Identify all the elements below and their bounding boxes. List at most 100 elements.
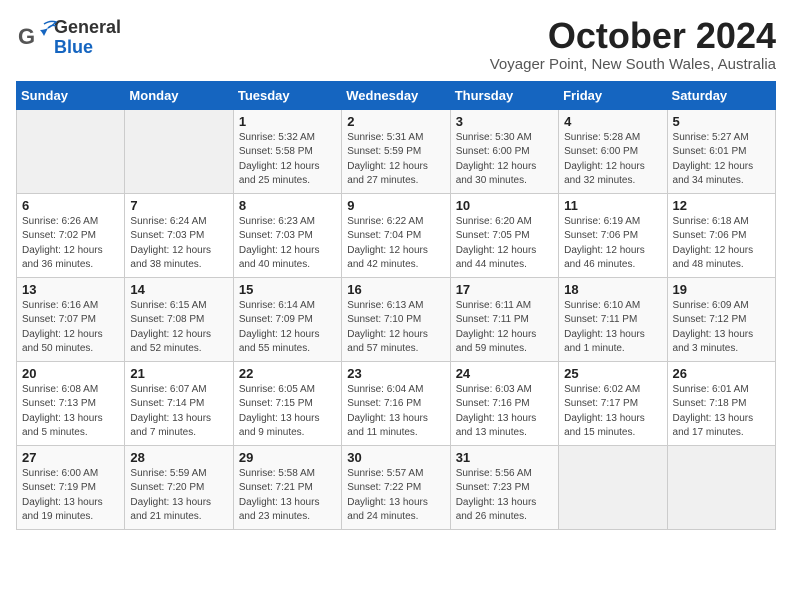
day-number: 13: [22, 282, 119, 297]
day-info: Sunrise: 6:26 AM Sunset: 7:02 PM Dayligh…: [22, 215, 119, 273]
day-number: 7: [130, 198, 227, 213]
calendar-day-cell: 30 Sunrise: 5:57 AM Sunset: 7:22 PM Dayli…: [342, 445, 450, 529]
day-info: Sunrise: 5:57 AM Sunset: 7:22 PM Dayligh…: [347, 467, 444, 525]
calendar-table: SundayMondayTuesdayWednesdayThursdayFrid…: [16, 81, 776, 530]
day-number: 29: [239, 450, 336, 465]
calendar-week-row: 20 Sunrise: 6:08 AM Sunset: 7:13 PM Dayli…: [17, 361, 776, 445]
day-info: Sunrise: 6:10 AM Sunset: 7:11 PM Dayligh…: [564, 299, 661, 357]
day-number: 28: [130, 450, 227, 465]
day-number: 8: [239, 198, 336, 213]
day-number: 15: [239, 282, 336, 297]
calendar-day-cell: 24 Sunrise: 6:03 AM Sunset: 7:16 PM Dayli…: [450, 361, 558, 445]
day-number: 24: [456, 366, 553, 381]
day-info: Sunrise: 6:23 AM Sunset: 7:03 PM Dayligh…: [239, 215, 336, 273]
calendar-day-cell: 12 Sunrise: 6:18 AM Sunset: 7:06 PM Dayli…: [667, 193, 775, 277]
day-number: 31: [456, 450, 553, 465]
day-number: 27: [22, 450, 119, 465]
day-of-week-header: Wednesday: [342, 81, 450, 109]
day-info: Sunrise: 5:32 AM Sunset: 5:58 PM Dayligh…: [239, 131, 336, 189]
day-info: Sunrise: 6:13 AM Sunset: 7:10 PM Dayligh…: [347, 299, 444, 357]
day-info: Sunrise: 6:01 AM Sunset: 7:18 PM Dayligh…: [673, 383, 770, 441]
calendar-day-cell: [559, 445, 667, 529]
day-of-week-header: Friday: [559, 81, 667, 109]
calendar-week-row: 13 Sunrise: 6:16 AM Sunset: 7:07 PM Dayli…: [17, 277, 776, 361]
day-of-week-header: Tuesday: [233, 81, 341, 109]
calendar-day-cell: 9Sunrise: 6:22 AM Sunset: 7:04 PM Daylig…: [342, 193, 450, 277]
logo-icon: G: [16, 16, 60, 60]
calendar-day-cell: [17, 109, 125, 193]
day-info: Sunrise: 6:03 AM Sunset: 7:16 PM Dayligh…: [456, 383, 553, 441]
calendar-day-cell: 22Sunrise: 6:05 AM Sunset: 7:15 PM Dayli…: [233, 361, 341, 445]
calendar-day-cell: 15 Sunrise: 6:14 AM Sunset: 7:09 PM Dayli…: [233, 277, 341, 361]
day-info: Sunrise: 5:59 AM Sunset: 7:20 PM Dayligh…: [130, 467, 227, 525]
day-number: 26: [673, 366, 770, 381]
calendar-day-cell: 11 Sunrise: 6:19 AM Sunset: 7:06 PM Dayli…: [559, 193, 667, 277]
calendar-day-cell: 27 Sunrise: 6:00 AM Sunset: 7:19 PM Dayli…: [17, 445, 125, 529]
day-number: 10: [456, 198, 553, 213]
day-info: Sunrise: 6:00 AM Sunset: 7:19 PM Dayligh…: [22, 467, 119, 525]
day-number: 16: [347, 282, 444, 297]
calendar-day-cell: 23 Sunrise: 6:04 AM Sunset: 7:16 PM Dayli…: [342, 361, 450, 445]
day-number: 19: [673, 282, 770, 297]
calendar-day-cell: 21Sunrise: 6:07 AM Sunset: 7:14 PM Dayli…: [125, 361, 233, 445]
logo-general-text: General: [54, 18, 121, 38]
calendar-day-cell: 17Sunrise: 6:11 AM Sunset: 7:11 PM Dayli…: [450, 277, 558, 361]
calendar-day-cell: 4 Sunrise: 5:28 AM Sunset: 6:00 PM Daylig…: [559, 109, 667, 193]
day-info: Sunrise: 6:04 AM Sunset: 7:16 PM Dayligh…: [347, 383, 444, 441]
day-info: Sunrise: 5:27 AM Sunset: 6:01 PM Dayligh…: [673, 131, 770, 189]
day-info: Sunrise: 6:19 AM Sunset: 7:06 PM Dayligh…: [564, 215, 661, 273]
calendar-day-cell: [125, 109, 233, 193]
calendar-day-cell: 26 Sunrise: 6:01 AM Sunset: 7:18 PM Dayli…: [667, 361, 775, 445]
calendar-day-cell: 5 Sunrise: 5:27 AM Sunset: 6:01 PM Daylig…: [667, 109, 775, 193]
calendar-day-cell: 16 Sunrise: 6:13 AM Sunset: 7:10 PM Dayli…: [342, 277, 450, 361]
day-number: 11: [564, 198, 661, 213]
day-info: Sunrise: 6:18 AM Sunset: 7:06 PM Dayligh…: [673, 215, 770, 273]
logo-blue-text: Blue: [54, 38, 121, 58]
day-info: Sunrise: 6:16 AM Sunset: 7:07 PM Dayligh…: [22, 299, 119, 357]
day-number: 9: [347, 198, 444, 213]
day-number: 20: [22, 366, 119, 381]
day-info: Sunrise: 6:07 AM Sunset: 7:14 PM Dayligh…: [130, 383, 227, 441]
day-number: 4: [564, 114, 661, 129]
calendar-day-cell: 13 Sunrise: 6:16 AM Sunset: 7:07 PM Dayli…: [17, 277, 125, 361]
day-info: Sunrise: 5:56 AM Sunset: 7:23 PM Dayligh…: [456, 467, 553, 525]
calendar-day-cell: 20 Sunrise: 6:08 AM Sunset: 7:13 PM Dayli…: [17, 361, 125, 445]
day-number: 5: [673, 114, 770, 129]
day-info: Sunrise: 6:08 AM Sunset: 7:13 PM Dayligh…: [22, 383, 119, 441]
calendar-day-cell: 31 Sunrise: 5:56 AM Sunset: 7:23 PM Dayli…: [450, 445, 558, 529]
calendar-day-cell: 19 Sunrise: 6:09 AM Sunset: 7:12 PM Dayli…: [667, 277, 775, 361]
title-block: October 2024 Voyager Point, New South Wa…: [490, 16, 776, 73]
day-info: Sunrise: 6:24 AM Sunset: 7:03 PM Dayligh…: [130, 215, 227, 273]
day-number: 3: [456, 114, 553, 129]
day-number: 23: [347, 366, 444, 381]
day-info: Sunrise: 6:09 AM Sunset: 7:12 PM Dayligh…: [673, 299, 770, 357]
day-number: 17: [456, 282, 553, 297]
calendar-day-cell: 1Sunrise: 5:32 AM Sunset: 5:58 PM Daylig…: [233, 109, 341, 193]
calendar-day-cell: 3 Sunrise: 5:30 AM Sunset: 6:00 PM Daylig…: [450, 109, 558, 193]
day-info: Sunrise: 5:58 AM Sunset: 7:21 PM Dayligh…: [239, 467, 336, 525]
calendar-day-cell: 25 Sunrise: 6:02 AM Sunset: 7:17 PM Dayli…: [559, 361, 667, 445]
day-number: 14: [130, 282, 227, 297]
logo: G General Blue: [16, 16, 121, 60]
day-info: Sunrise: 5:30 AM Sunset: 6:00 PM Dayligh…: [456, 131, 553, 189]
day-info: Sunrise: 6:15 AM Sunset: 7:08 PM Dayligh…: [130, 299, 227, 357]
day-of-week-header: Saturday: [667, 81, 775, 109]
calendar-day-cell: 29 Sunrise: 5:58 AM Sunset: 7:21 PM Dayli…: [233, 445, 341, 529]
day-of-week-header: Monday: [125, 81, 233, 109]
calendar-header-row: SundayMondayTuesdayWednesdayThursdayFrid…: [17, 81, 776, 109]
day-info: Sunrise: 6:02 AM Sunset: 7:17 PM Dayligh…: [564, 383, 661, 441]
calendar-day-cell: 18 Sunrise: 6:10 AM Sunset: 7:11 PM Dayli…: [559, 277, 667, 361]
day-number: 18: [564, 282, 661, 297]
calendar-day-cell: 2Sunrise: 5:31 AM Sunset: 5:59 PM Daylig…: [342, 109, 450, 193]
day-number: 30: [347, 450, 444, 465]
calendar-day-cell: 6 Sunrise: 6:26 AM Sunset: 7:02 PM Daylig…: [17, 193, 125, 277]
calendar-week-row: 1Sunrise: 5:32 AM Sunset: 5:58 PM Daylig…: [17, 109, 776, 193]
day-number: 12: [673, 198, 770, 213]
calendar-day-cell: 14 Sunrise: 6:15 AM Sunset: 7:08 PM Dayli…: [125, 277, 233, 361]
day-info: Sunrise: 6:14 AM Sunset: 7:09 PM Dayligh…: [239, 299, 336, 357]
day-number: 6: [22, 198, 119, 213]
day-number: 25: [564, 366, 661, 381]
page-header: G General Blue October 2024 Voyager Poin…: [16, 16, 776, 73]
day-info: Sunrise: 5:28 AM Sunset: 6:00 PM Dayligh…: [564, 131, 661, 189]
calendar-week-row: 27 Sunrise: 6:00 AM Sunset: 7:19 PM Dayli…: [17, 445, 776, 529]
